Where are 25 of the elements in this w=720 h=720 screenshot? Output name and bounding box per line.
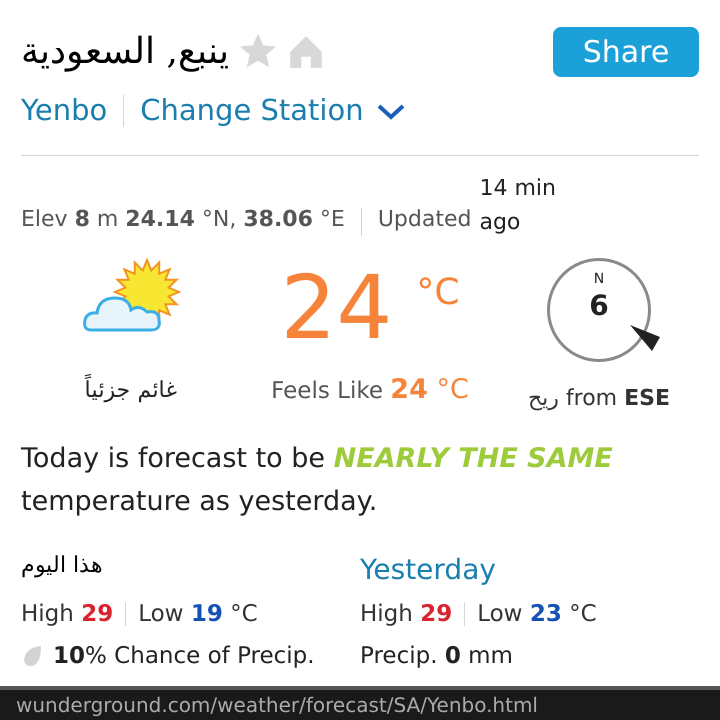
station-location: Elev 8 m 24.14 °N, 38.06 °E	[21, 206, 345, 234]
temperature: 24	[280, 258, 392, 358]
chevron-down-icon[interactable]	[376, 102, 406, 120]
day-title: هذا اليوم	[21, 552, 104, 580]
condition-text: غائم جزئياً	[84, 374, 178, 406]
updated-time: 14 min ago	[479, 174, 557, 236]
wind-speed: 6	[589, 292, 609, 320]
compass-north: N	[594, 270, 604, 288]
precipitation: 10% Chance of Precip.	[53, 642, 315, 671]
low-temperature: Low 19 °C	[138, 600, 258, 628]
high-temperature: High 29	[360, 600, 452, 628]
temperature-unit: °C	[416, 270, 460, 314]
feels-like: Feels Like 24 °C	[271, 372, 469, 406]
forecast-summary: Today is forecast to be NEARLY THE SAME temperature as yesterday.	[21, 442, 614, 518]
precipitation: Precip. 0 mm	[360, 642, 513, 671]
location-title: ينبع, السعودية	[21, 30, 229, 74]
high-temperature: High 29	[21, 600, 114, 628]
low-temperature: Low 23 °C	[477, 600, 597, 628]
page-url: wunderground.com/weather/forecast/SA/Yenbo.html	[16, 692, 538, 718]
change-station-link[interactable]: Change Station	[140, 89, 364, 132]
day-title: Yesterday	[360, 552, 497, 588]
share-button[interactable]: Share	[553, 27, 699, 77]
updated-label: Updated	[378, 206, 472, 234]
station-name: Yenbo	[21, 92, 108, 129]
wind-arrow-icon	[628, 322, 662, 352]
